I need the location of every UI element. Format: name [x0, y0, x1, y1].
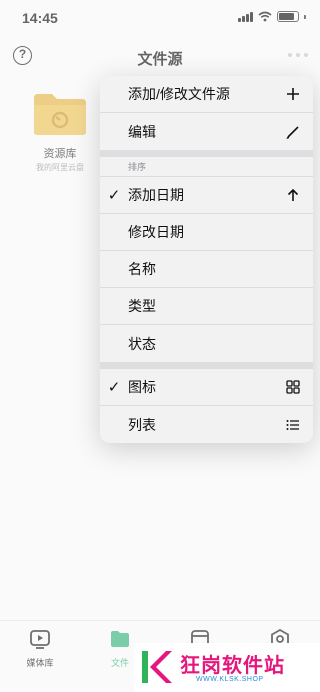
menu-item-sort-type[interactable]: 类型 [100, 288, 313, 325]
pencil-icon [273, 125, 313, 139]
watermark-logo [142, 651, 172, 683]
menu-item-label: 编辑 [128, 123, 156, 140]
menu-separator [100, 150, 313, 157]
menu-item-add-edit-source[interactable]: 添加/修改文件源 [100, 76, 313, 113]
watermark-url: WWW.KLSK.SHOP [196, 676, 264, 683]
checkmark-icon: ✓ [107, 379, 121, 396]
menu-item-view-list[interactable]: 列表 [100, 406, 313, 443]
options-menu: 添加/修改文件源 编辑 排序 ✓ 添加日期 修改日期 名称 类型 状态 ✓ 图标… [100, 76, 313, 443]
checkmark-icon: ✓ [107, 187, 121, 204]
watermark-brand: 狂岗软件站 [180, 655, 285, 677]
menu-item-sort-status[interactable]: 状态 [100, 325, 313, 362]
menu-section-header: 排序 [100, 157, 313, 177]
menu-item-label: 状态 [128, 335, 156, 352]
menu-item-label: 图标 [128, 379, 156, 395]
watermark: 狂岗软件站 WWW.KLSK.SHOP [134, 643, 320, 692]
menu-item-label: 列表 [128, 416, 156, 433]
menu-item-edit[interactable]: 编辑 [100, 113, 313, 150]
plus-icon [273, 87, 313, 101]
menu-item-label: 名称 [128, 261, 156, 277]
arrow-up-icon [273, 188, 313, 202]
menu-item-label: 添加日期 [128, 187, 184, 203]
menu-item-label: 添加/修改文件源 [128, 86, 230, 102]
menu-item-label: 修改日期 [128, 224, 184, 240]
menu-item-sort-date-added[interactable]: ✓ 添加日期 [100, 177, 313, 214]
menu-item-sort-date-modified[interactable]: 修改日期 [100, 214, 313, 251]
menu-item-label: 类型 [128, 298, 156, 314]
list-icon [273, 419, 313, 431]
menu-item-sort-name[interactable]: 名称 [100, 251, 313, 288]
grid-icon [273, 380, 313, 394]
menu-separator [100, 362, 313, 369]
menu-item-view-icons[interactable]: ✓ 图标 [100, 369, 313, 406]
